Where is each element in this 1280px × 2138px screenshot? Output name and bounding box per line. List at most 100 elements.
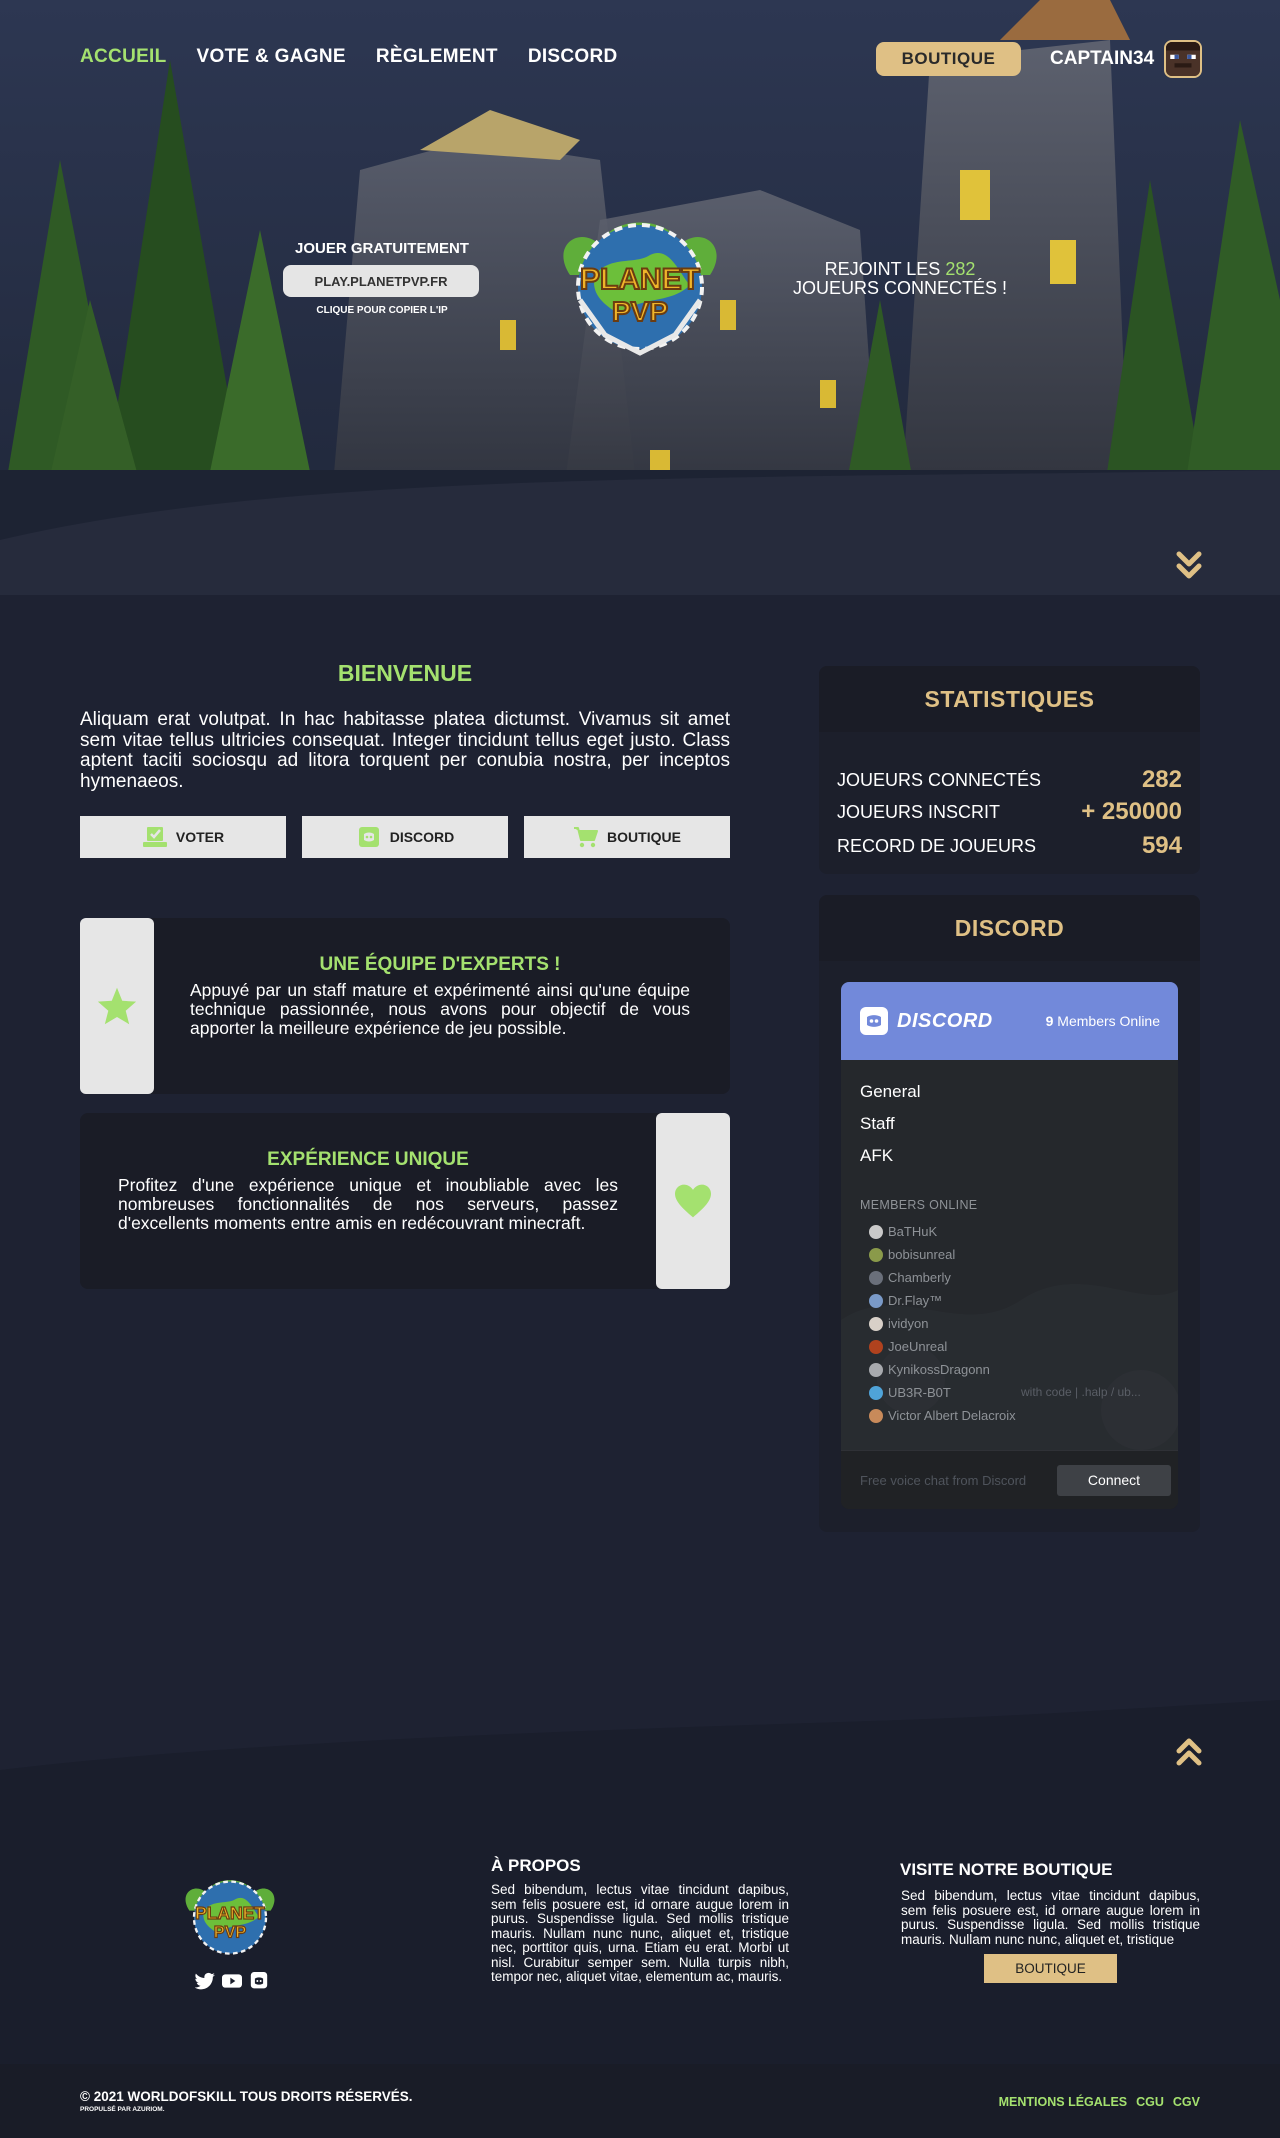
stat-row: RECORD DE JOUEURS 594: [837, 832, 1182, 860]
shop-section-text: Sed bibendum, lectus vitae tincidunt dap…: [901, 1888, 1200, 1947]
member-name: bobisunreal: [888, 1247, 956, 1262]
planetpvp-logo: PLANET PVP: [563, 222, 717, 356]
powered-by: PROPULSÉ PAR AZURIOM.: [80, 2106, 165, 2113]
discord-member[interactable]: Chamberly: [869, 1270, 951, 1285]
svg-text:PVP: PVP: [612, 296, 668, 327]
stat-value: + 250000: [1081, 798, 1182, 825]
stat-value: 282: [1141, 766, 1182, 793]
member-name: Chamberly: [888, 1270, 951, 1285]
stat-row: JOUEURS INSCRIT + 250000: [837, 798, 1182, 826]
discord-logo-icon: [860, 1007, 888, 1035]
member-avatar: [869, 1293, 883, 1308]
feature-card-experience: EXPÉRIENCE UNIQUE Profitez d'une expérie…: [80, 1113, 730, 1289]
feature-icon-box: [656, 1113, 730, 1289]
member-avatar: [869, 1339, 883, 1354]
legal-link-cgv[interactable]: CGV: [1173, 2095, 1200, 2109]
vote-button-label: VOTER: [175, 829, 225, 845]
nav-item-discord[interactable]: DISCORD: [528, 46, 618, 68]
discord-member[interactable]: JoeUnreal: [869, 1339, 947, 1354]
twitter-icon[interactable]: [194, 1972, 215, 1990]
avatar[interactable]: [1164, 40, 1203, 78]
feature-icon-box: [80, 918, 154, 1094]
chevron-double-down-icon[interactable]: [1176, 550, 1202, 580]
discord-widget-header: DISCORD 9 Members Online: [841, 982, 1178, 1060]
member-name: ividyon: [888, 1316, 929, 1331]
play-free-title: JOUER GRATUITEMENT: [295, 240, 469, 257]
nav-item-reglement[interactable]: RÈGLEMENT: [376, 46, 498, 68]
welcome-text: Aliquam erat volutpat. In hac habitasse …: [80, 709, 730, 792]
discord-widget-body: General Staff AFK MEMBERS ONLINE BaTHuK …: [841, 1060, 1178, 1450]
member-avatar: [869, 1247, 883, 1262]
players-online-callout: REJOINT LES 282 JOUEURS CONNECTÉS !: [790, 260, 1010, 298]
member-avatar: [869, 1362, 883, 1377]
join-suffix: JOUEURS CONNECTÉS !: [792, 278, 1008, 298]
welcome-title: BIENVENUE: [337, 660, 473, 686]
discord-member[interactable]: ividyon: [869, 1316, 928, 1331]
member-avatar: [869, 1270, 883, 1285]
discord-button-label: DISCORD: [389, 829, 455, 845]
member-name: BaTHuK: [888, 1224, 938, 1239]
star-icon: [97, 987, 137, 1025]
discord-member[interactable]: BaTHuK: [869, 1224, 937, 1239]
discord-member[interactable]: UB3R-B0T: [869, 1385, 951, 1400]
svg-text:PVP: PVP: [214, 1923, 247, 1941]
svg-text:PLANET: PLANET: [195, 1903, 265, 1923]
header-shop-button[interactable]: BOUTIQUE: [876, 42, 1021, 76]
nav-item-accueil[interactable]: ACCUEIL: [80, 46, 167, 68]
stat-row: JOUEURS CONNECTÉS 282: [837, 766, 1182, 794]
main-navigation: ACCUEIL VOTE & GAGNE RÈGLEMENT DISCORD: [80, 46, 618, 68]
about-title: À PROPOS: [491, 1856, 581, 1875]
stat-label: JOUEURS CONNECTÉS: [837, 769, 1042, 790]
discord-connect-button[interactable]: Connect: [1057, 1464, 1171, 1496]
footer-logo: PLANET PVP: [185, 1880, 275, 1955]
discord-member[interactable]: Victor Albert Delacroix: [869, 1408, 1016, 1423]
join-prefix: REJOINT LES: [824, 259, 941, 279]
server-ip-button[interactable]: PLAY.PLANETPVP.FR: [283, 265, 479, 297]
legal-link-cgu[interactable]: CGU: [1136, 2095, 1164, 2109]
member-name: Victor Albert Delacroix: [888, 1408, 1016, 1423]
legal-link-mentions[interactable]: MENTIONS LÉGALES: [999, 2095, 1127, 2109]
nav-item-vote[interactable]: VOTE & GAGNE: [197, 46, 346, 68]
discord-icon: [358, 827, 379, 847]
stats-panel-title: STATISTIQUES: [819, 666, 1200, 732]
youtube-icon[interactable]: [222, 1972, 242, 1990]
member-avatar: [869, 1224, 883, 1239]
copy-ip-hint: CLIQUE POUR COPIER L'IP: [316, 305, 448, 316]
vote-icon: [142, 827, 167, 847]
discord-member[interactable]: KynikossDragonn: [869, 1362, 990, 1377]
discord-member[interactable]: Dr.Flay™: [869, 1293, 942, 1308]
members-online-title: MEMBERS ONLINE: [860, 1198, 978, 1212]
discord-footer-text: Free voice chat from Discord: [860, 1472, 1027, 1488]
member-avatar: [869, 1316, 883, 1331]
discord-button[interactable]: DISCORD: [302, 816, 508, 858]
feature-card-experts: UNE ÉQUIPE D'EXPERTS ! Appuyé par un sta…: [80, 918, 730, 1094]
vote-button[interactable]: VOTER: [80, 816, 286, 858]
discord-icon[interactable]: [249, 1972, 269, 1990]
member-name: JoeUnreal: [888, 1339, 948, 1354]
chevron-double-up-icon[interactable]: [1176, 1737, 1202, 1767]
discord-panel-title: DISCORD: [819, 895, 1200, 961]
member-game-status: with code | .halp / ub...: [1021, 1385, 1141, 1399]
user-menu[interactable]: CAPTAIN34: [1050, 40, 1203, 78]
footer-wave-divider: [0, 1700, 1280, 1780]
discord-channel[interactable]: General: [860, 1082, 920, 1102]
stat-label: RECORD DE JOUEURS: [837, 835, 1037, 856]
shop-button[interactable]: BOUTIQUE: [524, 816, 730, 858]
discord-brand-label: DISCORD: [897, 1009, 993, 1032]
members-online-label: Members Online: [1057, 1013, 1160, 1029]
online-count: 282: [945, 259, 976, 279]
cart-icon: [574, 827, 599, 848]
hero-wave-divider: [0, 470, 1280, 600]
discord-channel[interactable]: Staff: [860, 1114, 895, 1134]
member-avatar: [869, 1385, 883, 1400]
member-avatar: [869, 1408, 883, 1423]
heart-icon: [675, 1184, 711, 1218]
discord-member[interactable]: bobisunreal: [869, 1247, 955, 1262]
member-name: UB3R-B0T: [888, 1385, 951, 1400]
feature-text: Profitez d'une expérience unique et inou…: [118, 1175, 618, 1233]
discord-widget: DISCORD 9 Members Online General Staff A…: [841, 982, 1178, 1509]
copyright: © 2021 WORLDOFSKILL TOUS DROITS RÉSERVÉS…: [80, 2089, 413, 2104]
footer-shop-button[interactable]: BOUTIQUE: [984, 1954, 1117, 1983]
discord-channel[interactable]: AFK: [860, 1146, 893, 1166]
avatar-skin-icon: [1166, 42, 1201, 76]
